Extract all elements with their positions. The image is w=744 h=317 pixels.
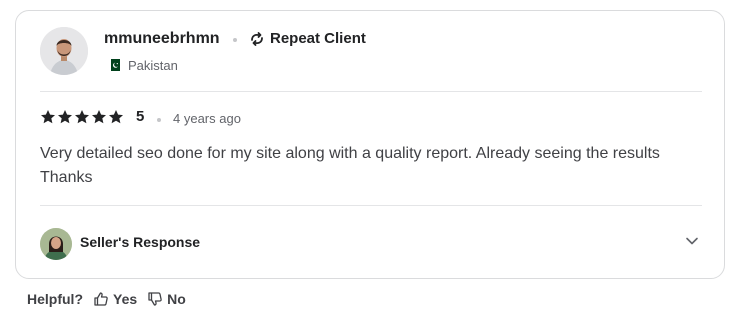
seller-avatar	[40, 228, 72, 260]
star-icon	[92, 110, 106, 124]
review-card: mmuneebrhmn Repeat Client Pakistan 5 4 y…	[15, 10, 725, 279]
review-text: Very detailed seo done for my site along…	[40, 145, 660, 186]
seller-response-label: Seller's Response	[80, 234, 201, 250]
rating-value: 5	[136, 108, 145, 125]
reviewer-country: Pakistan	[128, 58, 178, 73]
divider	[40, 205, 702, 206]
thumbs-up-icon	[94, 292, 108, 306]
repeat-client-label: Repeat Client	[270, 30, 366, 47]
pakistan-flag-icon	[108, 59, 120, 71]
star-icon	[75, 110, 89, 124]
star-rating	[40, 109, 124, 125]
helpful-no-button[interactable]: No	[147, 291, 186, 307]
chevron-down-icon[interactable]	[684, 233, 700, 249]
helpful-label: Helpful?	[27, 291, 83, 307]
helpful-yes-label: Yes	[113, 291, 138, 307]
repeat-client-badge: Repeat Client	[249, 30, 366, 47]
repeat-icon	[251, 31, 263, 46]
helpful-no-label: No	[167, 291, 186, 307]
star-icon	[58, 110, 72, 124]
separator-dot	[157, 118, 161, 122]
divider	[40, 91, 702, 92]
star-icon	[41, 110, 55, 124]
thumbs-down-icon	[148, 292, 162, 306]
separator-dot	[233, 38, 237, 42]
reviewer-avatar	[40, 27, 88, 75]
helpful-yes-button[interactable]: Yes	[93, 291, 137, 307]
star-icon	[109, 110, 123, 124]
reviewer-username[interactable]: mmuneebrhmn	[104, 30, 220, 48]
review-time: 4 years ago	[173, 111, 241, 126]
helpful-bar: Helpful? Yes No	[27, 291, 196, 307]
